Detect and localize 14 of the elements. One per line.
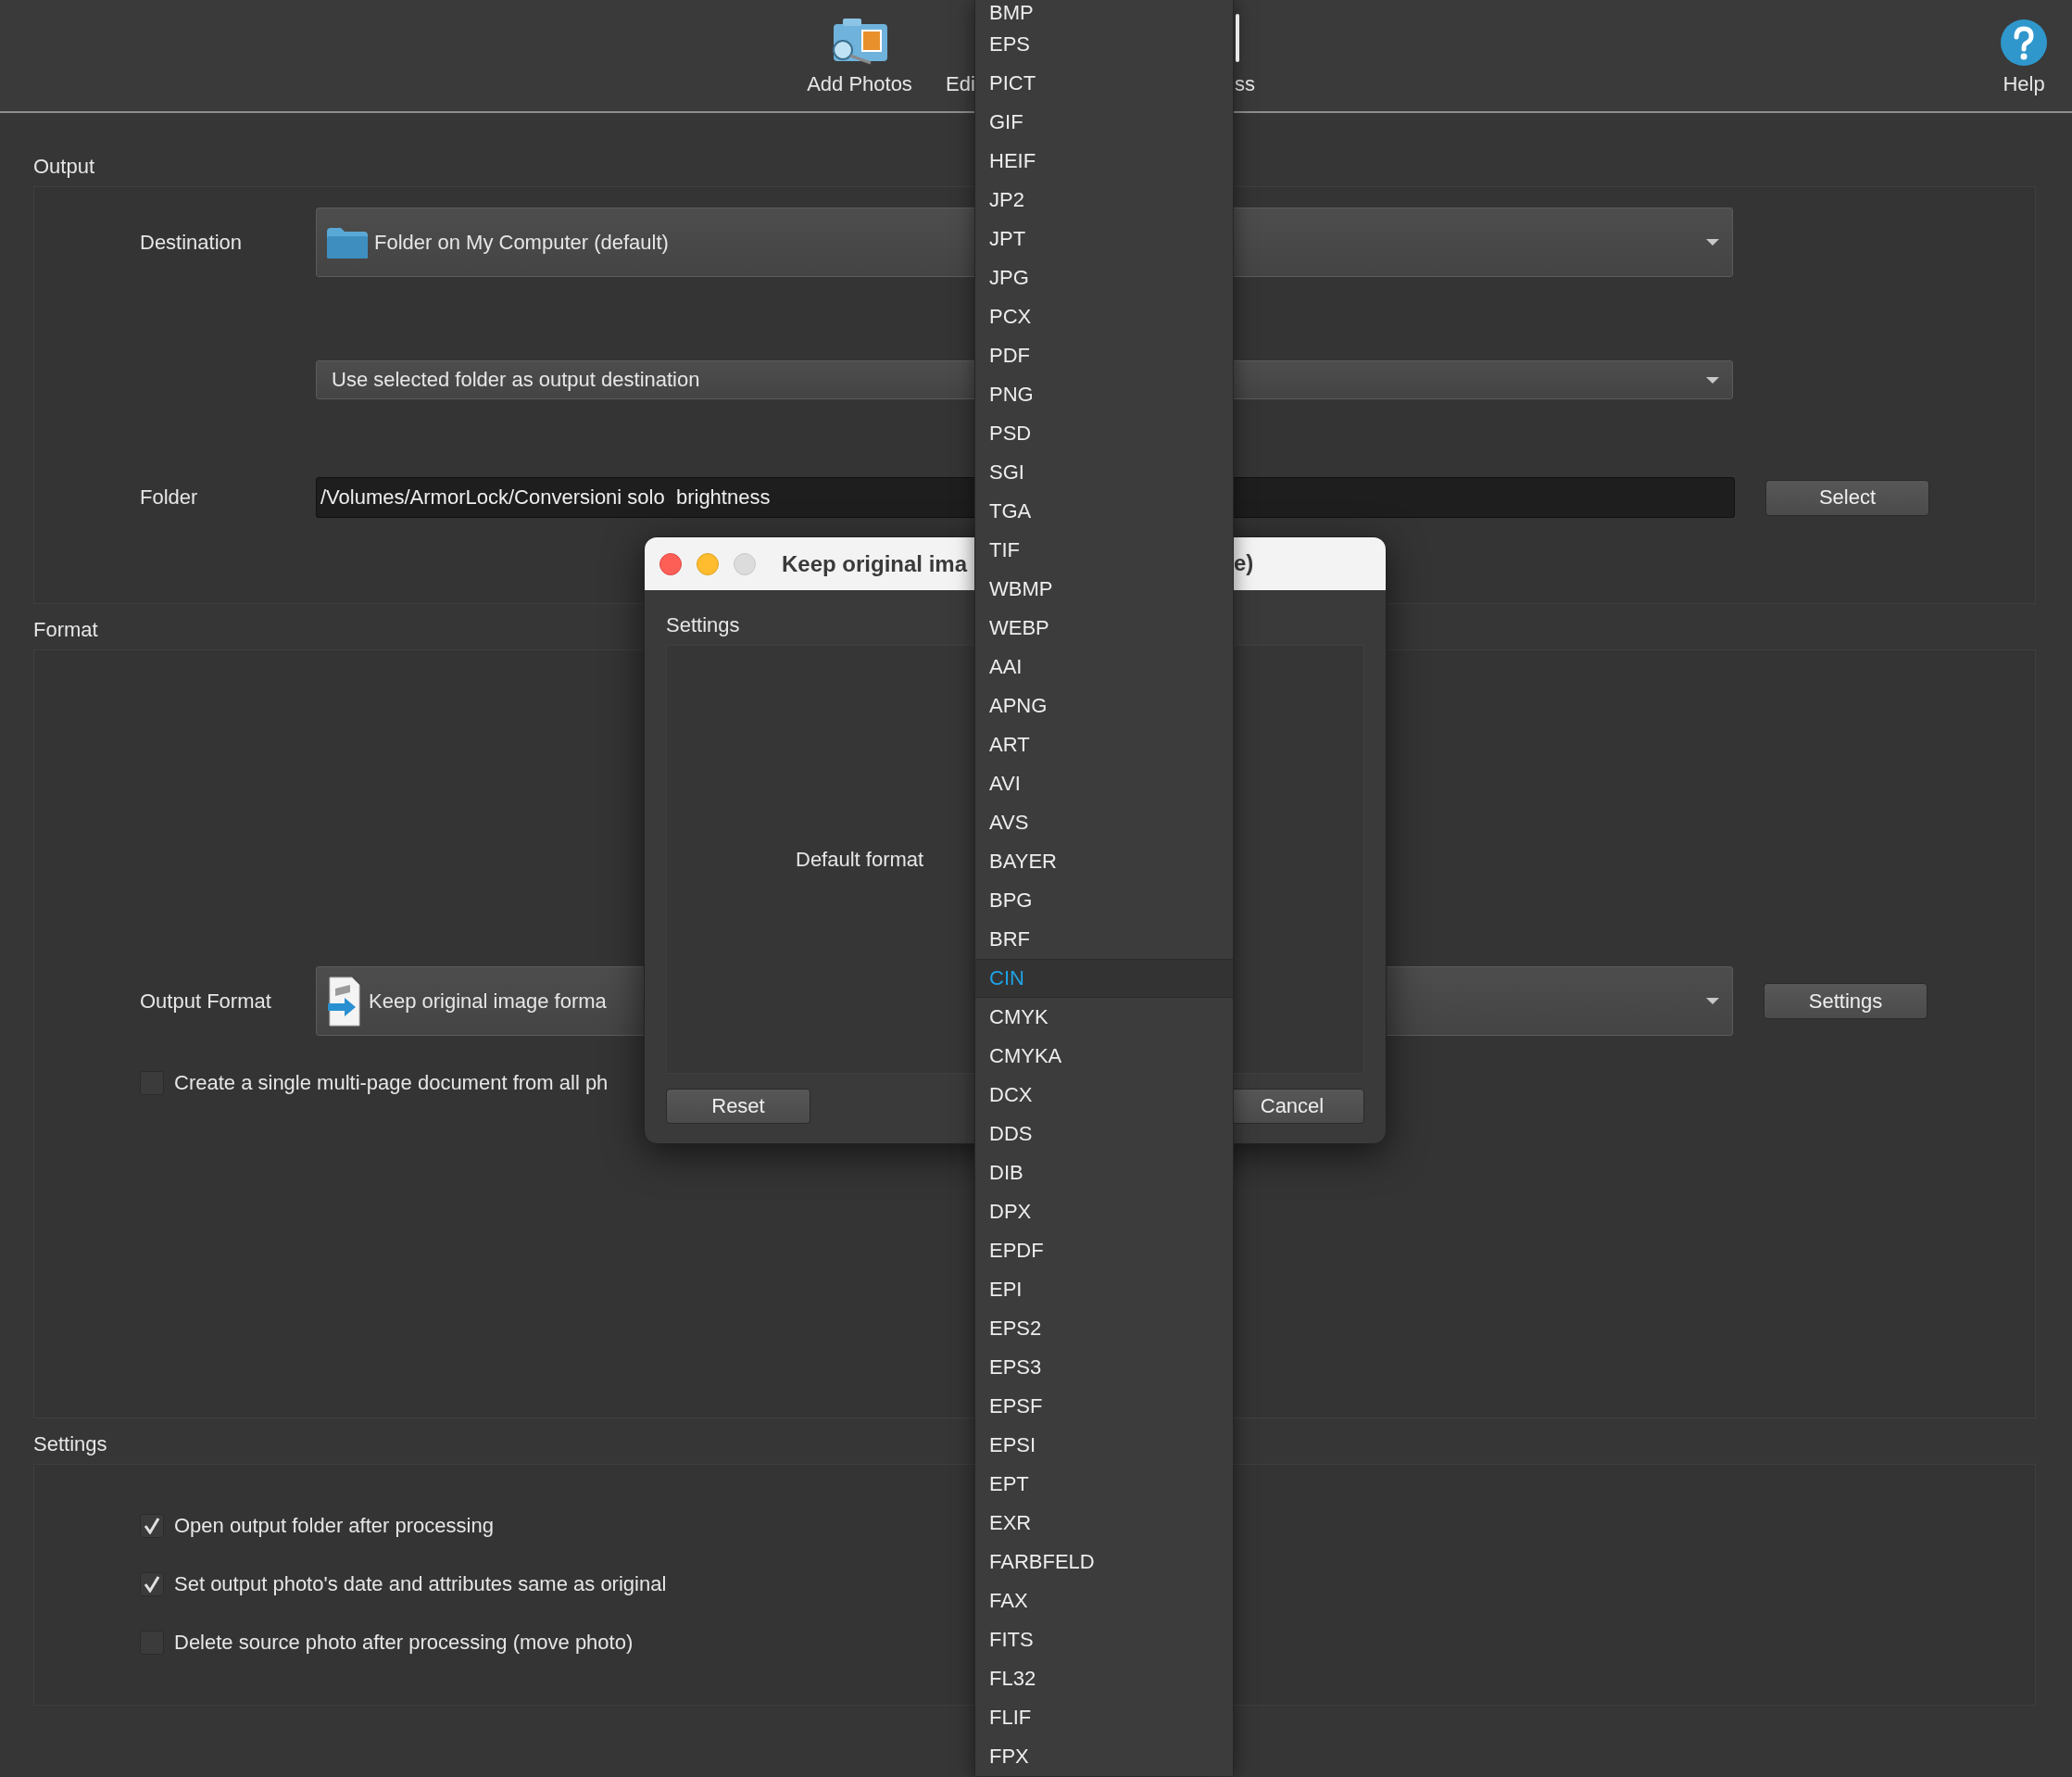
checkbox-label: Delete source photo after processing (move photo) xyxy=(174,1631,634,1655)
checkbox-label: Set output photo's date and attributes same as original xyxy=(174,1572,667,1596)
field-label: Destination xyxy=(140,230,244,255)
window-title: e) xyxy=(1234,550,1254,576)
checkbox-label: Create a single multi-page document from all ph xyxy=(174,1071,609,1095)
section-title: Settings xyxy=(666,612,740,638)
field-label: Output Format xyxy=(140,989,272,1014)
panel-text: Default format xyxy=(796,847,924,872)
window-title: Keep original ima xyxy=(782,550,968,577)
field-label: Folder xyxy=(140,485,199,510)
checkbox-label: Open output folder after processing xyxy=(174,1514,494,1538)
section-title: Format xyxy=(33,617,98,643)
section-title: Settings xyxy=(33,1431,107,1457)
section-title: Output xyxy=(33,154,95,180)
